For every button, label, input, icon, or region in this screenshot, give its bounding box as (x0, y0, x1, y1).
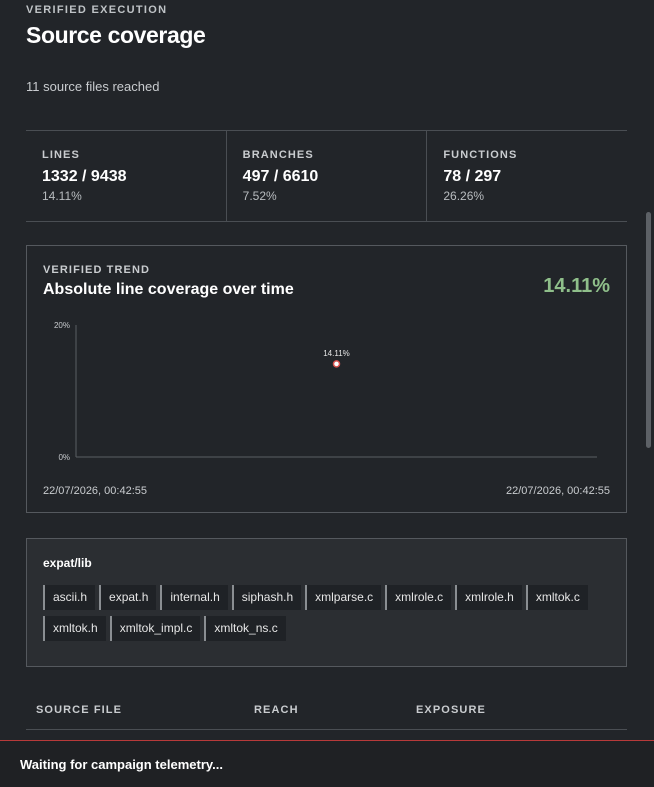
file-chip[interactable]: expat.h (99, 585, 157, 610)
file-chip[interactable]: xmltok.h (43, 616, 106, 641)
scrollbar-thumb[interactable] (646, 212, 651, 448)
stat-functions: FUNCTIONS 78 / 297 26.26% (427, 131, 627, 221)
stat-percent: 7.52% (242, 189, 277, 203)
column-header-source-file[interactable]: SOURCE FILE (36, 704, 122, 716)
trend-date-start: 22/07/2026, 00:42:55 (43, 485, 147, 497)
status-footer: Waiting for campaign telemetry... (0, 740, 654, 787)
file-chip[interactable]: xmltok.c (525, 585, 588, 610)
stat-value: 78 / 297 (443, 168, 502, 185)
file-chip[interactable]: xmlrole.c (385, 585, 452, 610)
status-text: Waiting for campaign telemetry... (20, 757, 223, 772)
stat-branches: BRANCHES 497 / 6610 7.52% (227, 131, 428, 221)
file-chip[interactable]: internal.h (160, 585, 228, 610)
trend-card: VERIFIED TREND Absolute line coverage ov… (26, 245, 627, 513)
file-chip[interactable]: ascii.h (43, 585, 96, 610)
file-chip[interactable]: xmltok_impl.c (109, 616, 201, 641)
page-subtitle: 11 source files reached (26, 79, 160, 94)
stat-value: 1332 / 9438 (42, 168, 127, 185)
column-header-reach[interactable]: REACH (254, 704, 299, 716)
library-title: expat/lib (43, 556, 92, 570)
trend-date-end: 22/07/2026, 00:42:55 (506, 485, 610, 497)
y-tick-label: 20% (54, 321, 70, 330)
data-label: 14.11% (323, 349, 350, 358)
file-chip[interactable]: siphash.h (231, 585, 302, 610)
stat-label: FUNCTIONS (443, 149, 518, 161)
library-panel: expat/lib ascii.h expat.h internal.h siphas… (26, 538, 627, 667)
y-tick-label: 0% (58, 453, 70, 462)
stat-label: BRANCHES (242, 149, 314, 161)
stat-percent: 14.11% (42, 189, 82, 203)
section-eyebrow: VERIFIED EXECUTION (26, 4, 168, 16)
stat-label: LINES (42, 149, 80, 161)
file-chip[interactable]: xmltok_ns.c (204, 616, 286, 641)
page-title: Source coverage (26, 22, 206, 48)
trend-chart: 20% 0% 14.11% (54, 321, 597, 462)
file-chip-list: ascii.h expat.h internal.h siphash.h xmlpars… (43, 585, 613, 641)
table-header: SOURCE FILE REACH EXPOSURE (26, 699, 627, 730)
stat-percent: 26.26% (443, 189, 485, 203)
column-header-exposure[interactable]: EXPOSURE (416, 704, 486, 716)
stat-value: 497 / 6610 (242, 168, 319, 185)
file-chip[interactable]: xmlparse.c (305, 585, 382, 610)
file-chip[interactable]: xmlrole.h (455, 585, 522, 610)
coverage-stats: LINES 1332 / 9438 14.11% BRANCHES 497 / … (26, 130, 627, 222)
data-point[interactable] (332, 360, 341, 368)
stat-lines: LINES 1332 / 9438 14.11% (26, 131, 227, 221)
